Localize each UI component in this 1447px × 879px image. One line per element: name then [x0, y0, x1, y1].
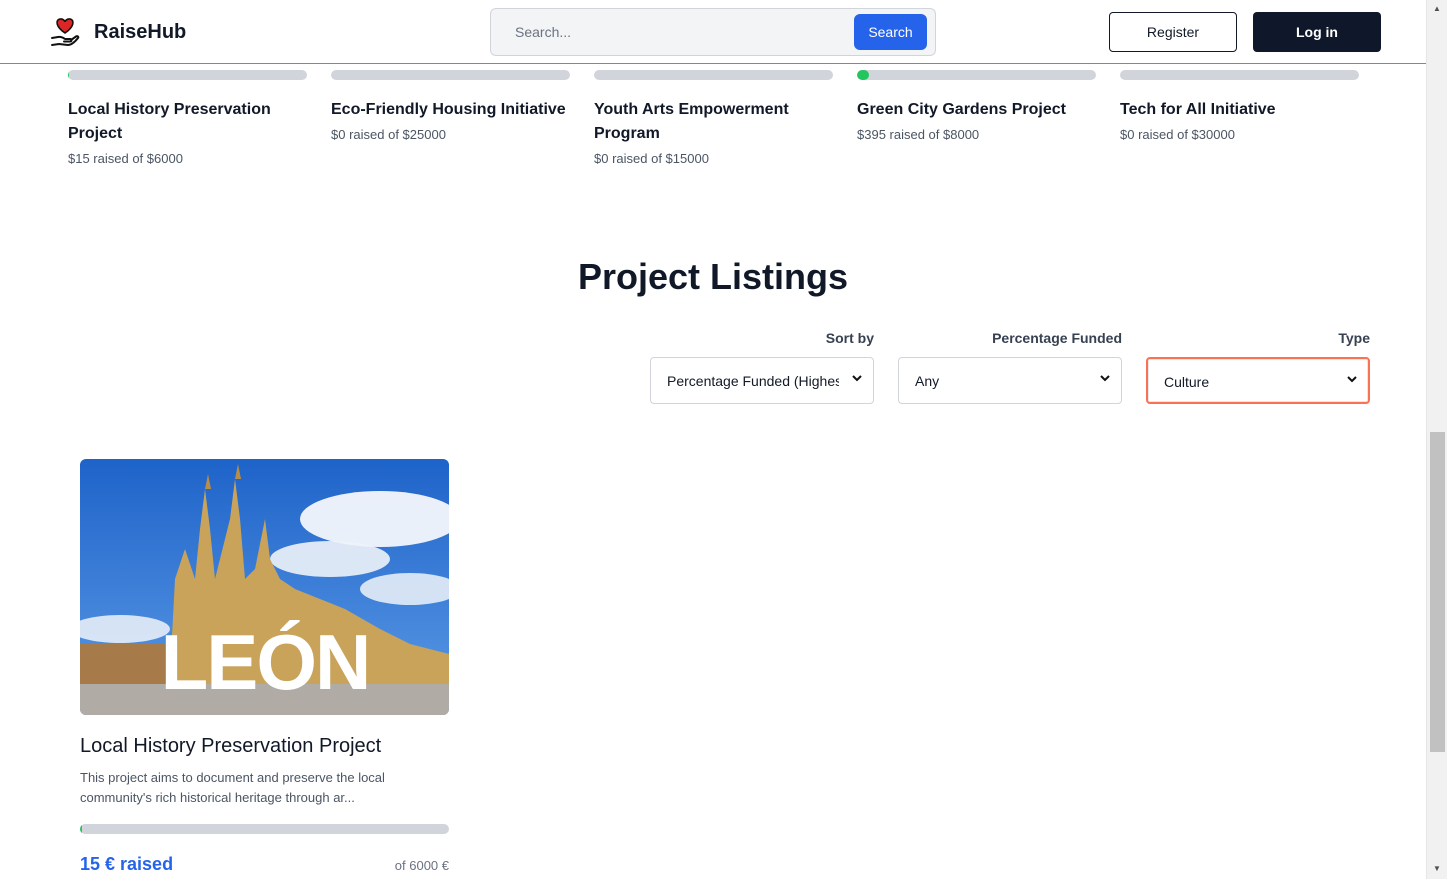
login-button[interactable]: Log in [1253, 12, 1381, 52]
brand-logo[interactable]: RaiseHub [50, 16, 186, 48]
project-raised-amount: 15 € raised [80, 854, 174, 874]
sort-label: Sort by [825, 330, 874, 346]
search-input[interactable] [491, 9, 851, 55]
featured-project-raised: $0 raised of $15000 [594, 151, 709, 166]
project-title[interactable]: Local History Preservation Project [80, 735, 449, 758]
scroll-down-arrow-icon[interactable]: ▼ [1433, 864, 1441, 873]
featured-project-card[interactable]: Eco-Friendly Housing Initiative $0 raise… [331, 70, 570, 166]
chevron-down-icon [1100, 375, 1110, 382]
featured-project-title[interactable]: Eco-Friendly Housing Initiative [331, 98, 570, 122]
percentage-funded-label: Percentage Funded [992, 330, 1122, 346]
percentage-funded-select-value: Any [915, 373, 940, 389]
progress-bar-fill [857, 70, 869, 80]
brand-name: RaiseHub [94, 20, 187, 43]
featured-project-card[interactable]: Local History Preservation Project $15 r… [68, 70, 307, 166]
featured-project-card[interactable]: Youth Arts Empowerment Program $0 raised… [594, 70, 833, 166]
progress-bar [594, 70, 833, 80]
percentage-funded-filter: Percentage Funded Any [898, 330, 1122, 404]
project-goal-amount: of 6000 € [394, 858, 449, 873]
featured-project-title[interactable]: Green City Gardens Project [857, 98, 1096, 122]
page-title: Project Listings [577, 256, 849, 297]
chevron-down-icon [1347, 376, 1357, 383]
featured-projects: Local History Preservation Project $15 r… [68, 70, 1359, 166]
image-overlay-text: LEÓN [161, 618, 370, 706]
progress-bar [857, 70, 1096, 80]
sort-select[interactable]: Percentage Funded (Highest) [650, 357, 874, 404]
featured-project-card[interactable]: Green City Gardens Project $395 raised o… [857, 70, 1096, 166]
featured-project-title[interactable]: Local History Preservation Project [68, 98, 307, 146]
featured-project-title[interactable]: Tech for All Initiative [1120, 98, 1359, 122]
project-card[interactable]: LEÓN Local History Preservation Project … [80, 459, 449, 878]
progress-bar-fill [80, 824, 83, 834]
project-image[interactable]: LEÓN [80, 459, 449, 715]
top-nav: RaiseHub Search Register Log in [0, 0, 1426, 64]
chevron-down-icon [852, 375, 862, 382]
heart-hand-icon [51, 18, 80, 46]
featured-project-raised: $0 raised of $30000 [1120, 127, 1235, 142]
sort-select-value: Percentage Funded (Highest) [667, 373, 839, 389]
progress-bar [1120, 70, 1359, 80]
page-scrollbar[interactable]: ▲ ▼ [1426, 0, 1447, 879]
type-select[interactable]: Culture [1146, 357, 1370, 404]
search-bar: Search [490, 8, 936, 56]
featured-project-title[interactable]: Youth Arts Empowerment Program [594, 98, 833, 146]
type-select-value: Culture [1164, 374, 1210, 390]
featured-project-card[interactable]: Tech for All Initiative $0 raised of $30… [1120, 70, 1359, 166]
featured-project-raised: $15 raised of $6000 [68, 151, 183, 166]
type-label: Type [1338, 330, 1370, 346]
progress-bar-fill [68, 70, 70, 80]
cathedral-photo: LEÓN [80, 459, 449, 715]
project-progress-bar [80, 824, 449, 834]
scrollbar-thumb[interactable] [1430, 432, 1445, 752]
progress-bar [68, 70, 307, 80]
project-description: This project aims to document and preser… [80, 770, 385, 805]
featured-project-raised: $395 raised of $8000 [857, 127, 980, 142]
sort-filter: Sort by Percentage Funded (Highest) [650, 330, 874, 404]
project-funding-row: 15 € raised of 6000 € [80, 854, 449, 878]
search-button[interactable]: Search [854, 14, 927, 50]
scroll-up-arrow-icon[interactable]: ▲ [1433, 4, 1441, 13]
percentage-funded-select[interactable]: Any [898, 357, 1122, 404]
featured-project-raised: $0 raised of $25000 [331, 127, 446, 142]
progress-bar [331, 70, 570, 80]
type-filter: Type Culture [1146, 330, 1370, 404]
register-button[interactable]: Register [1109, 12, 1237, 52]
